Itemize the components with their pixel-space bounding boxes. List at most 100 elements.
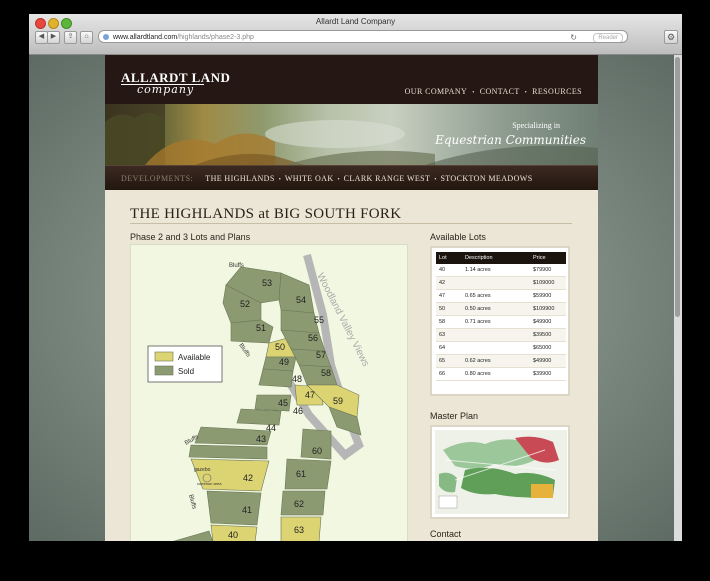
page-viewport: ALLARDT LAND company OUR COMPANY • CONTACT… xyxy=(29,55,682,541)
nav-contact[interactable]: CONTACT xyxy=(480,87,520,96)
col-description: Description xyxy=(462,252,530,264)
cell-lot: 65 xyxy=(436,354,462,368)
cell-lot: 42 xyxy=(436,276,462,290)
cell-price: $65000 xyxy=(530,341,566,355)
dev-link-white-oak[interactable]: WHITE OAK xyxy=(285,174,334,183)
cell-price: $39900 xyxy=(530,367,566,381)
lot-label: 44 xyxy=(266,423,276,433)
lot-label: 63 xyxy=(294,525,304,535)
cell-description: 1.14 acres xyxy=(462,264,530,277)
page-title: THE HIGHLANDS at BIG SOUTH FORK xyxy=(130,206,402,222)
table-row: 58 0.71 acres $49900 xyxy=(436,315,566,329)
bluffs-label: Bluffs xyxy=(237,343,250,359)
url-domain: www.allardtland.com xyxy=(113,34,178,41)
hero-banner: Specializing in Equestrian Communities xyxy=(105,104,598,165)
top-nav: OUR COMPANY • CONTACT • RESOURCES xyxy=(405,87,582,96)
cell-description: 0.50 acres xyxy=(462,302,530,316)
gazebo-label: gazebo xyxy=(194,467,211,473)
nav-our-company[interactable]: OUR COMPANY xyxy=(405,87,468,96)
lot-label: 46 xyxy=(293,406,303,416)
map-legend: Available Sold xyxy=(147,345,223,383)
nav-bullet: • xyxy=(434,177,437,183)
gear-icon[interactable]: ⚙ xyxy=(664,30,678,44)
table-row: 64 $65000 xyxy=(436,341,566,355)
nav-bullet: • xyxy=(337,177,340,183)
cell-description xyxy=(462,341,530,355)
cell-price: $59900 xyxy=(530,289,566,303)
developments-nav: DEVELOPMENTS: THE HIGHLANDS • WHITE OAK • CL… xyxy=(105,165,598,190)
cell-description xyxy=(462,328,530,342)
cell-price: $109000 xyxy=(530,276,566,290)
cell-lot: 63 xyxy=(436,328,462,342)
title-divider xyxy=(130,223,572,224)
master-plan-panel[interactable] xyxy=(430,425,570,519)
legend-sold-label: Sold xyxy=(178,367,194,376)
share-icon[interactable]: ⇪ xyxy=(64,31,77,44)
lot-label: 54 xyxy=(296,295,306,305)
window-title: Allardt Land Company xyxy=(315,17,396,26)
cell-lot: 64 xyxy=(436,341,462,355)
lot-label: 56 xyxy=(308,333,318,343)
lot-label: 47 xyxy=(305,390,315,400)
lot-parcel xyxy=(230,319,274,344)
table-row: 47 0.65 acres $59900 xyxy=(436,289,566,303)
table-row: 50 0.50 acres $109900 xyxy=(436,302,566,316)
lot-label: 40 xyxy=(228,530,238,540)
lot-label: 41 xyxy=(242,505,252,515)
legend-swatch-sold xyxy=(154,365,174,376)
lot-label: 49 xyxy=(279,357,289,367)
lot-label: 48 xyxy=(292,374,302,384)
nav-bullet: • xyxy=(524,90,528,96)
lot-label: 53 xyxy=(262,278,272,288)
legend-available-label: Available xyxy=(178,353,211,362)
globe-icon xyxy=(103,34,109,40)
lot-label: 61 xyxy=(296,469,306,479)
lot-label: 55 xyxy=(314,315,324,325)
reader-button[interactable]: Reader xyxy=(593,33,623,42)
nav-resources[interactable]: RESOURCES xyxy=(532,87,582,96)
web-page: ALLARDT LAND company OUR COMPANY • CONTACT… xyxy=(105,55,598,541)
lot-label: 43 xyxy=(256,434,266,444)
address-bar[interactable]: www.allardtland.com/highlands/phase2-3.p… xyxy=(98,30,628,43)
lot-label: 58 xyxy=(321,368,331,378)
lot-label: 50 xyxy=(275,342,285,352)
master-plan-drawing xyxy=(435,430,567,514)
table-row: 42 $109000 xyxy=(436,276,566,290)
nav-bullet: • xyxy=(472,90,475,96)
logo-script[interactable]: company xyxy=(137,83,194,96)
cell-lot: 40 xyxy=(436,264,462,277)
col-lot: Lot xyxy=(436,252,462,264)
lot-parcel xyxy=(258,368,294,388)
lot-parcel xyxy=(298,364,338,386)
nav-bullet: • xyxy=(278,177,281,183)
scrollbar-thumb[interactable] xyxy=(675,57,680,317)
lot-label: 59 xyxy=(333,396,343,406)
cell-description: 0.65 acres xyxy=(462,289,530,303)
table-row: 40 1.14 acres $79900 xyxy=(436,264,566,277)
banner-tagline-script: Equestrian Communities xyxy=(435,133,586,147)
url-path: /highlands/phase2-3.php xyxy=(177,34,254,41)
lot-label: 62 xyxy=(294,499,304,509)
lot-parcel xyxy=(190,458,270,492)
dev-link-the-highlands[interactable]: THE HIGHLANDS xyxy=(205,174,274,183)
vertical-scrollbar[interactable] xyxy=(674,55,682,541)
available-lots-heading: Available Lots xyxy=(430,232,486,242)
lot-label: 45 xyxy=(278,398,288,408)
cell-lot: 47 xyxy=(436,289,462,303)
dev-link-stockton-meadows[interactable]: STOCKTON MEADOWS xyxy=(440,174,532,183)
lot-parcel xyxy=(278,272,315,314)
dev-link-clark-range-west[interactable]: CLARK RANGE WEST xyxy=(344,174,431,183)
forward-icon[interactable]: ▶ xyxy=(47,31,60,44)
available-lots-panel: Lot Description Price 40 1.14 acres $79900… xyxy=(430,246,570,396)
cell-price: $39500 xyxy=(530,328,566,342)
master-plan-thumbnail[interactable] xyxy=(435,430,567,514)
cell-description: 0.62 acres xyxy=(462,354,530,368)
lot-parcel xyxy=(284,458,332,490)
map-heading: Phase 2 and 3 Lots and Plans xyxy=(130,232,251,242)
reload-icon[interactable]: ↻ xyxy=(570,33,577,42)
lot-map[interactable]: 53 52 54 51 55 50 56 49 57 48 58 47 59 4… xyxy=(130,244,408,541)
table-row: 63 $39500 xyxy=(436,328,566,342)
contact-heading: Contact xyxy=(430,529,462,539)
cell-price: $49900 xyxy=(530,354,566,368)
home-icon[interactable]: ⌂ xyxy=(80,31,93,44)
